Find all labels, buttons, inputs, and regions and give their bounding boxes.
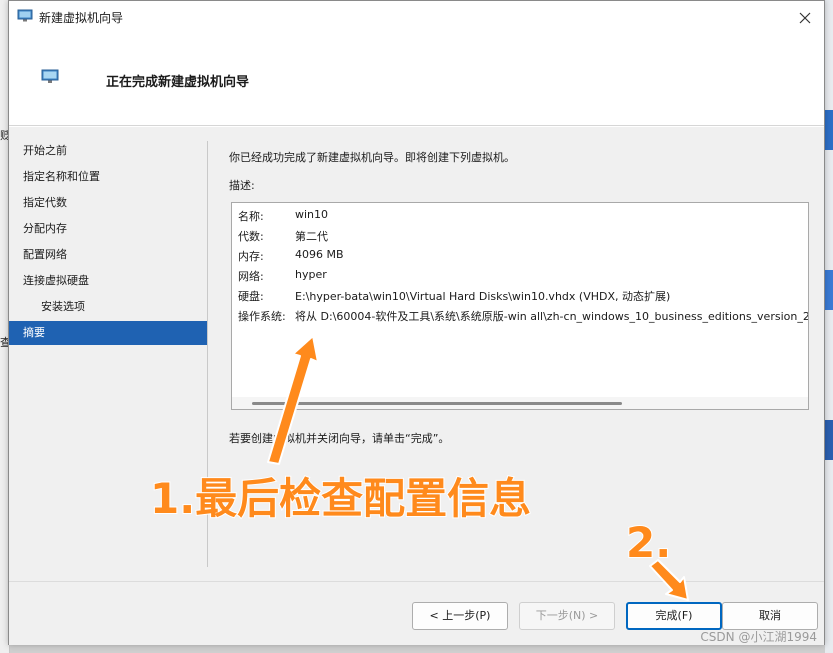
nav-item-virtual-disk[interactable]: 连接虚拟硬盘 [9,269,207,293]
description-label: 描述: [229,179,255,192]
nav-item-install-options[interactable]: 安装选项 [9,295,207,319]
nav-item-network[interactable]: 配置网络 [9,243,207,267]
wizard-header: 正在完成新建虚拟机向导 [9,33,824,126]
summary-value: 4096 MB [295,248,344,261]
hyperv-monitor-icon [41,69,59,85]
summary-key: 内存: [238,250,264,263]
page-title: 正在完成新建虚拟机向导 [106,75,250,90]
summary-value: 将从 D:\60004-软件及工具\系统\系统原版-win all\zh-cn_… [295,310,809,323]
nav-item-name-location[interactable]: 指定名称和位置 [9,165,207,189]
annotation-step1: 1.最后检查配置信息 [149,473,532,524]
nav-item-generation[interactable]: 指定代数 [9,191,207,215]
horizontal-scrollbar[interactable] [232,397,808,409]
title-bar[interactable]: 新建虚拟机向导 [9,1,824,33]
watermark: CSDN @小江湖1994 [700,630,817,644]
background-window-right [825,0,833,653]
intro-text: 你已经成功完成了新建虚拟机向导。即将创建下列虚拟机。 [229,151,515,164]
new-vm-wizard-dialog: 新建虚拟机向导 正在完成新建虚拟机向导 开始之前 指定名称和位置 指定代数 分配… [8,0,825,645]
summary-key: 网络: [238,270,264,283]
cancel-button[interactable]: 取消 [722,602,818,630]
scrollbar-thumb[interactable] [252,402,622,405]
summary-list[interactable]: 名称: win10 代数: 第二代 内存: 4096 MB 网络: hyper … [231,202,809,410]
summary-value: E:\hyper-bata\win10\Virtual Hard Disks\w… [295,290,671,303]
summary-value: win10 [295,208,329,221]
window-title: 新建虚拟机向导 [39,11,124,25]
close-button[interactable] [786,1,824,33]
summary-key: 硬盘: [238,290,264,303]
previous-button[interactable]: < 上一步(P) [412,602,508,630]
summary-key: 名称: [238,210,264,223]
finish-hint-text: 若要创建虚拟机并关闭向导，请单击“完成”。 [229,432,450,445]
summary-value: hyper [295,268,327,281]
nav-item-before-you-begin[interactable]: 开始之前 [9,139,207,163]
background-accent-stripe [825,420,833,460]
finish-button[interactable]: 完成(F) [626,602,722,630]
close-icon [799,12,811,23]
nav-item-memory[interactable]: 分配内存 [9,217,207,241]
next-button[interactable]: 下一步(N) > [519,602,615,630]
nav-item-summary[interactable]: 摘要 [9,321,207,345]
background-accent-stripe [825,270,833,310]
summary-key: 代数: [238,230,264,243]
summary-key: 操作系统: [238,310,286,323]
annotation-step2: 2. [625,517,672,568]
hyperv-monitor-icon [17,9,33,23]
background-accent-stripe [825,110,833,150]
summary-value: 第二代 [295,230,328,243]
